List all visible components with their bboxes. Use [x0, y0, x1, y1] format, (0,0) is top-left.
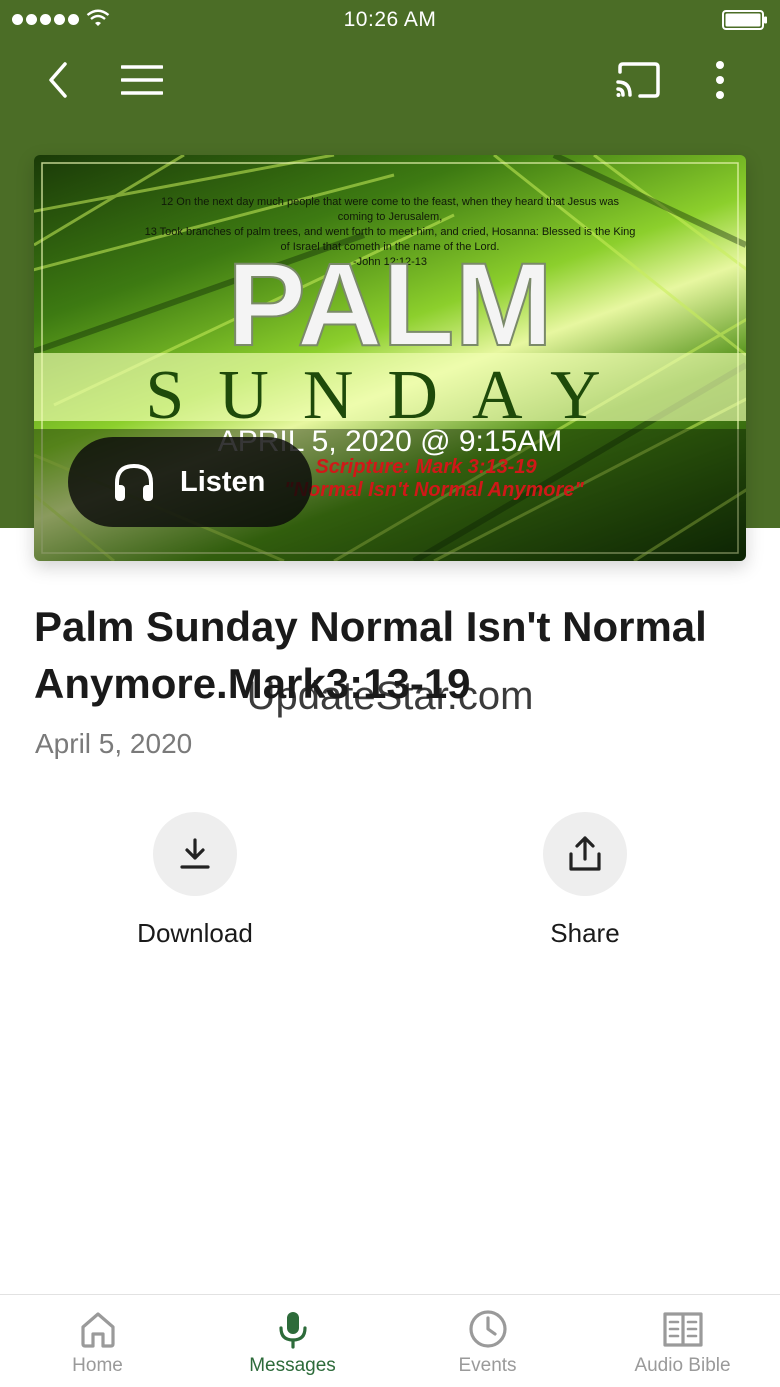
more-vertical-icon: [716, 61, 724, 99]
tab-messages-label: Messages: [249, 1355, 336, 1376]
hamburger-menu-icon: [121, 65, 163, 95]
menu-button[interactable]: [114, 50, 170, 110]
tab-audio-bible[interactable]: Audio Bible: [585, 1295, 780, 1387]
sunday-heading: SUNDAY: [145, 357, 634, 434]
home-icon: [80, 1312, 115, 1348]
share-icon: [569, 836, 601, 871]
tab-messages[interactable]: Messages: [195, 1295, 390, 1387]
message-date: April 5, 2020: [35, 728, 193, 759]
tab-events-label: Events: [458, 1355, 517, 1376]
clock-icon: [468, 1310, 507, 1348]
more-options-button[interactable]: [692, 50, 748, 110]
back-button[interactable]: [30, 50, 86, 110]
download-icon: [180, 838, 210, 869]
palm-heading: PALM: [227, 239, 553, 371]
top-navigation: [0, 50, 780, 110]
sermon-subtitle: "Normal Isn't Normal Anymore": [284, 479, 584, 501]
headphones-icon: [115, 463, 153, 501]
book-icon: [662, 1312, 703, 1347]
download-button[interactable]: Download: [95, 812, 295, 949]
bottom-tab-bar: Home Messages Events Audio Bible: [0, 1294, 780, 1387]
share-icon-circle[interactable]: [543, 812, 627, 896]
listen-label: Listen: [180, 465, 266, 498]
cast-icon: [616, 62, 660, 98]
microphone-icon: [278, 1312, 307, 1349]
tab-events[interactable]: Events: [390, 1295, 585, 1387]
status-bar: 10:26 AM: [0, 0, 780, 40]
tab-audio-bible-label: Audio Bible: [634, 1355, 731, 1376]
scripture-reference: Scripture: Mark 3:13-19: [315, 456, 537, 478]
battery-icon: [722, 10, 767, 30]
tab-home-label: Home: [72, 1355, 123, 1376]
cast-button[interactable]: [610, 50, 666, 110]
verse-line-1: 12 On the next day much people that were…: [161, 196, 619, 208]
listen-button[interactable]: Listen: [68, 437, 312, 527]
watermark-text: UpdateStar.com: [246, 674, 534, 718]
download-label: Download: [137, 918, 253, 948]
download-icon-circle[interactable]: [153, 812, 237, 896]
tab-home[interactable]: Home: [0, 1295, 195, 1387]
chevron-left-icon: [49, 62, 67, 98]
share-label: Share: [550, 918, 620, 948]
verse-line-2: coming to Jerusalem,: [338, 211, 443, 223]
verse-line-3: 13 Took branches of palm trees, and went…: [145, 226, 636, 238]
status-time: 10:26 AM: [343, 8, 437, 31]
share-button[interactable]: Share: [485, 812, 685, 949]
